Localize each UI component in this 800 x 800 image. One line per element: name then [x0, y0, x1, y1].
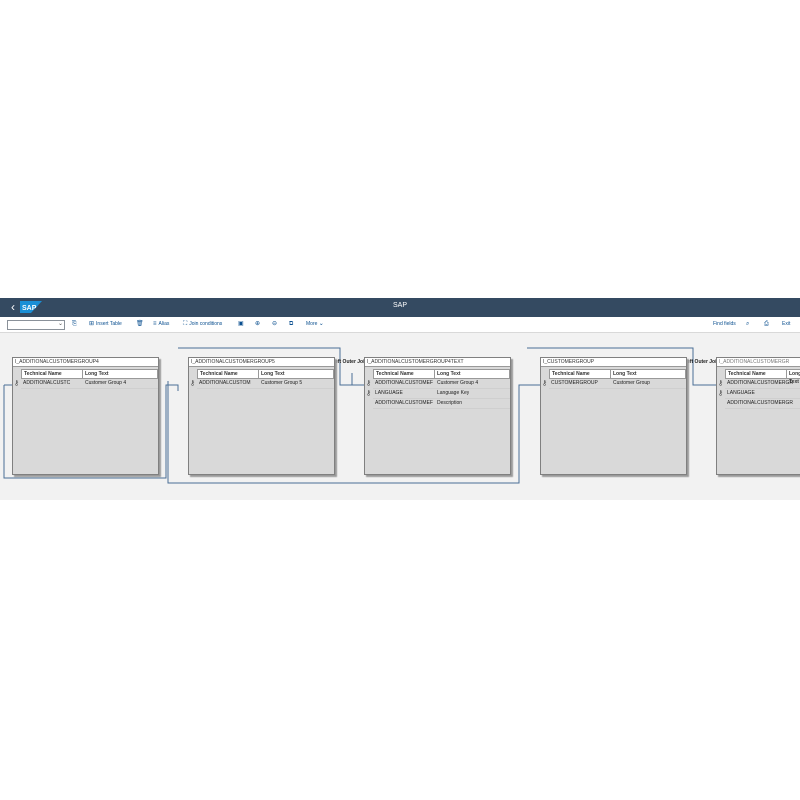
- join-label-2[interactable]: Left Outer Join: [684, 359, 720, 365]
- table-row[interactable]: ⚷ CUSTOMERGROUP Customer Group: [542, 379, 686, 389]
- zoom-in-button[interactable]: ⊕: [255, 320, 262, 329]
- more-button[interactable]: More ⌄: [306, 320, 326, 329]
- table-name: I_ADDITIONALCUSTOMERGROUP4TEXT: [365, 358, 510, 367]
- print-button[interactable]: ⎙: [764, 320, 771, 329]
- fit-to-screen-button[interactable]: ▣: [238, 320, 246, 329]
- table-name: I_ADDITIONALCUSTOMERGROUP5: [189, 358, 334, 367]
- table-node[interactable]: I_ADDITIONALCUSTOMERGROUP4TEXT Technical…: [364, 357, 511, 475]
- fit-screen-icon: ▣: [238, 321, 244, 327]
- search-button[interactable]: ⌕: [746, 320, 751, 329]
- insert-table-button[interactable]: ⊞ Insert Table: [89, 320, 122, 329]
- column-header: Technical Name Long Text: [549, 369, 686, 379]
- key-icon: ⚷: [190, 380, 196, 387]
- table-row[interactable]: ⚷ ADDITIONALCUSTOMERGR: [718, 379, 800, 389]
- column-header: Technical Name Long Text: [197, 369, 334, 379]
- chevron-down-icon: ⌄: [57, 321, 63, 327]
- search-icon: ⌕: [746, 321, 750, 327]
- app-title: SAP: [392, 302, 407, 309]
- table-name: I_ADDITIONALCUSTOMERGR: [717, 358, 800, 367]
- table-name: I_CUSTOMERGROUP: [541, 358, 686, 367]
- table-row[interactable]: ⚷ ADDITIONALCUSTOMEF Customer Group 4: [366, 379, 510, 389]
- table-node[interactable]: I_ADDITIONALCUSTOMERGROUP4 Technical Nam…: [12, 357, 159, 475]
- join-canvas[interactable]: Left Outer Join Left Outer Join I_ADDITI…: [0, 333, 800, 500]
- column-header: Technical Name Long Text: [725, 369, 800, 385]
- print-icon: ⎙: [764, 321, 769, 327]
- table-name: I_ADDITIONALCUSTOMERGROUP4: [13, 358, 158, 367]
- chevron-down-icon: ⌄: [318, 321, 324, 327]
- copy-icon: ⎘: [72, 321, 77, 327]
- table-row[interactable]: ⚷ ADDITIONALCUSTC Customer Group 4: [14, 379, 158, 389]
- key-icon: ⚷: [718, 380, 724, 387]
- table-row[interactable]: ⚷ LANGUAGE Language Key: [366, 389, 510, 399]
- alias-icon: ≡: [153, 321, 157, 327]
- join-icon: ⛶: [183, 321, 188, 327]
- table-node[interactable]: I_ADDITIONALCUSTOMERGROUP5 Technical Nam…: [188, 357, 335, 475]
- copy-button[interactable]: ⎘: [72, 320, 79, 329]
- column-header: Technical Name Long Text: [21, 369, 158, 379]
- zoom-out-icon: ⊖: [272, 321, 278, 327]
- key-icon: ⚷: [718, 390, 724, 397]
- delete-icon: 🗑: [136, 321, 144, 327]
- overview-icon: ⧉: [289, 321, 294, 327]
- join-conditions-button[interactable]: ⛶ Join conditions: [183, 320, 222, 329]
- insert-table-icon: ⊞: [89, 321, 95, 327]
- table-node[interactable]: I_CUSTOMERGROUP Technical Name Long Text …: [540, 357, 687, 475]
- table-row[interactable]: ADDITIONALCUSTOMEF Description: [373, 399, 510, 409]
- zoom-select[interactable]: ⌄: [7, 320, 65, 330]
- delete-button[interactable]: 🗑: [136, 320, 146, 329]
- exit-button[interactable]: Exit: [782, 320, 790, 329]
- table-row[interactable]: ⚷ LANGUAGE: [718, 389, 800, 399]
- key-icon: ⚷: [366, 390, 372, 397]
- table-row[interactable]: ADDITIONALCUSTOMERGR: [725, 399, 800, 409]
- alias-button[interactable]: ≡ Alias: [153, 320, 169, 329]
- column-header: Technical Name Long Text: [373, 369, 510, 379]
- shell-bar: ‹ SAP SAP: [0, 298, 800, 317]
- overview-button[interactable]: ⧉: [289, 320, 295, 329]
- join-label-1[interactable]: Left Outer Join: [332, 359, 368, 365]
- find-fields-button[interactable]: Find fields: [713, 320, 736, 329]
- key-icon: ⚷: [542, 380, 548, 387]
- sap-query-designer: ‹ SAP SAP ⌄ ⎘ ⊞ Insert Table 🗑 ≡ Alias ⛶ Jo…: [0, 298, 800, 500]
- table-row[interactable]: ⚷ ADDITIONALCUSTOM Customer Group 5: [190, 379, 334, 389]
- key-icon: ⚷: [366, 380, 372, 387]
- zoom-in-icon: ⊕: [255, 321, 261, 327]
- key-icon: ⚷: [14, 380, 20, 387]
- table-node[interactable]: I_ADDITIONALCUSTOMERGR Technical Name Lon…: [716, 357, 800, 475]
- zoom-out-button[interactable]: ⊖: [272, 320, 279, 329]
- toolbar: ⌄ ⎘ ⊞ Insert Table 🗑 ≡ Alias ⛶ Join conditi…: [0, 317, 800, 333]
